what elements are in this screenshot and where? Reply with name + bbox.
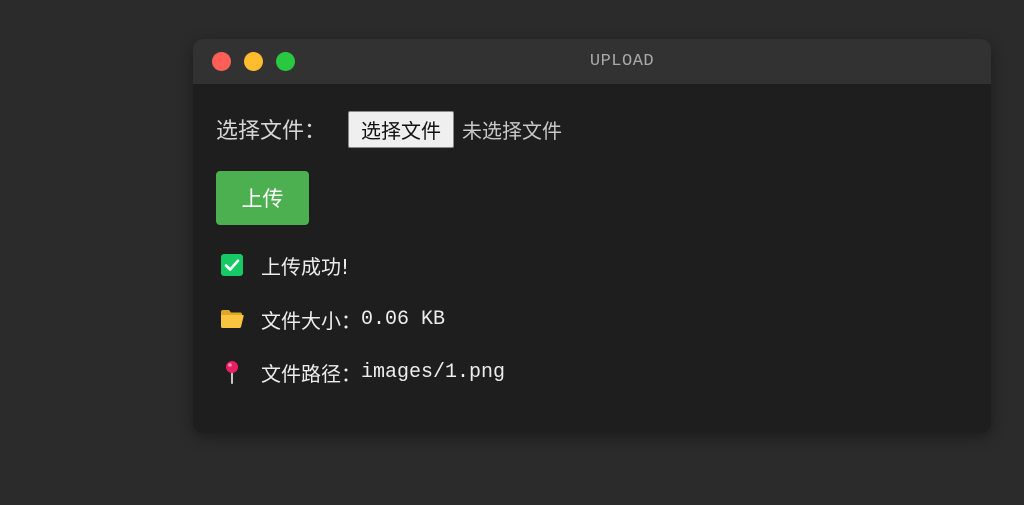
pin-icon [219,360,244,385]
file-size-row: 文件大小： 0.06 KB [219,305,445,333]
file-path-value: images/1.png [361,360,506,384]
choose-file-button[interactable]: 选择文件 [348,110,455,148]
upload-success-text: 上传成功! [261,254,350,279]
file-size-label: 文件大小： [261,308,361,333]
window-title: UPLOAD [589,52,655,71]
file-path-label: 文件路径： [261,361,361,386]
upload-success-row: 上传成功! [219,251,349,279]
upload-button[interactable]: 上传 [216,171,309,225]
file-select-label: 选择文件： [216,119,327,144]
folder-icon [219,307,244,332]
file-path-row: 文件路径： images/1.png [219,358,505,386]
file-size-value: 0.06 KB [361,307,446,331]
check-box-icon [219,253,244,278]
file-status-text: 未选择文件 [462,118,563,143]
title-bar: UPLOAD [193,39,991,84]
upload-window: UPLOAD 选择文件： 选择文件 未选择文件 上传 上传成功! 文件大小： 0… [193,39,991,433]
file-select-row: 选择文件： 选择文件 未选择文件 [216,109,562,149]
